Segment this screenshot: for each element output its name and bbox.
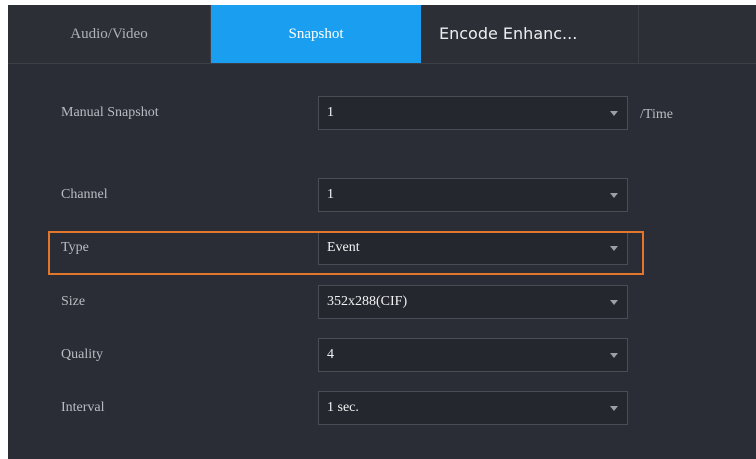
chevron-down-icon xyxy=(610,353,618,358)
chevron-down-icon xyxy=(610,406,618,411)
channel-value: 1 xyxy=(327,187,334,202)
interval-label: Interval xyxy=(61,400,105,415)
manual-snapshot-value: 1 xyxy=(327,105,334,120)
snapshot-settings-panel: Audio/Video Snapshot Encode Enhanc... Ma… xyxy=(8,5,756,459)
manual-snapshot-suffix: /Time xyxy=(640,107,673,122)
tab-bar: Audio/Video Snapshot Encode Enhanc... xyxy=(8,5,756,64)
chevron-down-icon xyxy=(610,300,618,305)
quality-value: 4 xyxy=(327,347,334,362)
size-dropdown[interactable]: 352x288(CIF) xyxy=(318,285,628,319)
type-highlight-box xyxy=(48,231,644,275)
tab-snapshot[interactable]: Snapshot xyxy=(211,5,421,63)
manual-snapshot-dropdown[interactable]: 1 xyxy=(318,96,628,130)
interval-dropdown[interactable]: 1 sec. xyxy=(318,391,628,425)
tab-encode-enhance[interactable]: Encode Enhanc... xyxy=(421,5,639,63)
size-value: 352x288(CIF) xyxy=(327,294,408,309)
size-label: Size xyxy=(61,294,86,309)
quality-dropdown[interactable]: 4 xyxy=(318,338,628,372)
chevron-down-icon xyxy=(610,111,618,116)
chevron-down-icon xyxy=(610,193,618,198)
tab-audio-video[interactable]: Audio/Video xyxy=(8,5,211,63)
channel-label: Channel xyxy=(61,187,108,202)
channel-dropdown[interactable]: 1 xyxy=(318,178,628,212)
manual-snapshot-label: Manual Snapshot xyxy=(61,105,159,120)
interval-value: 1 sec. xyxy=(327,400,359,415)
quality-label: Quality xyxy=(61,347,103,362)
